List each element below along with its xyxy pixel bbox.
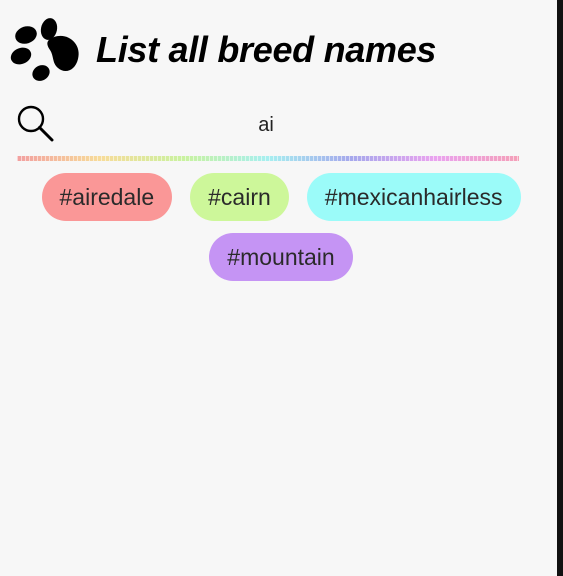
breed-tag[interactable]: #cairn	[190, 173, 289, 221]
search-input[interactable]	[60, 110, 472, 140]
breed-tag[interactable]: #airedale	[41, 173, 173, 221]
window-edge	[557, 0, 563, 576]
breed-tag-list: #airedale #cairn #mexicanhairless #mount…	[17, 173, 545, 281]
breed-tag[interactable]: #mountain	[209, 233, 353, 281]
header: List all breed names	[10, 16, 436, 84]
rainbow-divider	[17, 156, 519, 161]
breed-tag[interactable]: #mexicanhairless	[306, 173, 521, 221]
app-screen: List all breed names #airedale #cairn #m…	[0, 0, 557, 576]
paw-icon	[10, 18, 79, 81]
page-title: List all breed names	[96, 29, 437, 70]
search-icon[interactable]	[16, 104, 54, 142]
search-bar	[16, 104, 520, 144]
